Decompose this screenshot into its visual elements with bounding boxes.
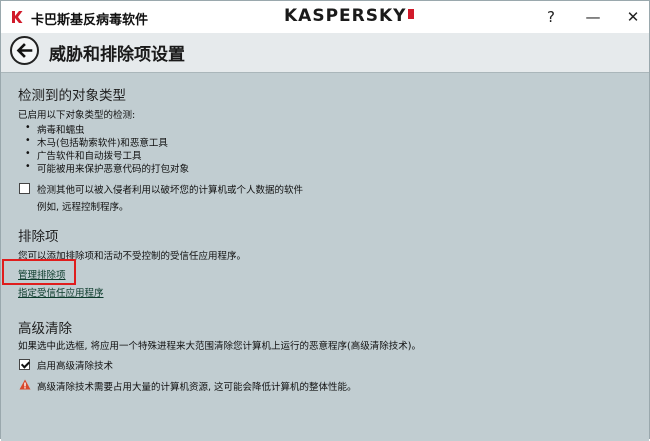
app-title: 卡巴斯基反病毒软件: [31, 13, 149, 28]
logo-text: KASPERSKY: [284, 6, 407, 26]
advanced-disinfection-description: 如果选中此选框, 将应用一个特殊进程来大范围清除您计算机上运行的恶意程序(高级清…: [18, 341, 421, 352]
kaspersky-app-icon: [10, 10, 24, 24]
warning-icon: [19, 379, 31, 390]
detect-other-software-label[interactable]: 检测其他可以被入侵者利用以破坏您的计算机或个人数据的软件: [37, 182, 303, 196]
detect-other-software-note: 例如, 远程控制程序。: [37, 202, 129, 213]
exclusions-title: 排除项: [18, 229, 59, 245]
advanced-disinfection-title: 高级清除: [18, 321, 72, 337]
detected-objects-intro: 已启用以下对象类型的检测:: [18, 110, 136, 121]
arrow-left-icon: [16, 43, 33, 58]
settings-content: 检测到的对象类型 已启用以下对象类型的检测: 病毒和蠕虫 木马(包括勒索软件)和…: [1, 72, 649, 441]
detected-object-item: 木马(包括勒索软件)和恶意工具: [25, 135, 168, 149]
minimize-button[interactable]: —: [581, 6, 605, 28]
app-window: 卡巴斯基反病毒软件 KASPERSKY ? — ✕ 威胁和排除项设置 检测到的对…: [0, 0, 650, 441]
help-button[interactable]: ?: [539, 6, 563, 28]
enable-advanced-disinfection-checkbox[interactable]: [19, 359, 30, 370]
advanced-disinfection-warning: 高级清除技术需要占用大量的计算机资源, 这可能会降低计算机的整体性能。: [37, 382, 357, 393]
detect-other-software-checkbox[interactable]: [19, 183, 30, 194]
title-bar: 卡巴斯基反病毒软件 KASPERSKY ? — ✕: [1, 1, 649, 33]
detected-object-item: 广告软件和自动拨号工具: [25, 148, 141, 162]
highlight-box: [2, 259, 76, 285]
page-title: 威胁和排除项设置: [49, 45, 185, 65]
detected-objects-title: 检测到的对象类型: [18, 88, 126, 104]
logo-mark: [408, 9, 415, 19]
trusted-applications-link[interactable]: 指定受信任应用程序: [18, 285, 104, 299]
detected-object-item: 病毒和蠕虫: [25, 122, 84, 136]
back-button[interactable]: [10, 36, 39, 65]
enable-advanced-disinfection-label[interactable]: 启用高级清除技术: [37, 358, 113, 372]
kaspersky-logo: KASPERSKY: [284, 6, 415, 28]
close-button[interactable]: ✕: [621, 6, 645, 28]
detected-object-item: 可能被用来保护恶意代码的打包对象: [25, 161, 189, 175]
page-header: 威胁和排除项设置: [1, 33, 649, 72]
